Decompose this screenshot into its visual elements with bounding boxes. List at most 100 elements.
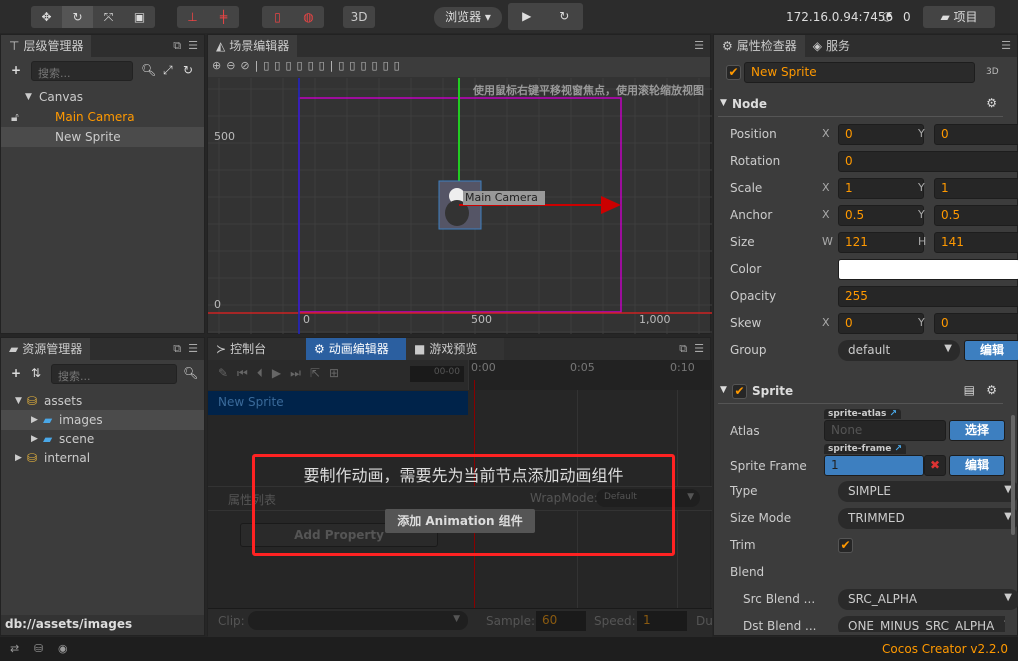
- scene-viewport[interactable]: [208, 78, 712, 334]
- rotation-row: Rotation 0: [730, 151, 1018, 173]
- tab-game-preview[interactable]: ■ 游戏预览: [406, 338, 504, 360]
- select-atlas-button[interactable]: 选择: [949, 420, 1005, 441]
- asset-item-images[interactable]: ▶ ▰ images: [1, 410, 204, 430]
- node-name-input[interactable]: New Sprite: [744, 62, 975, 83]
- anchor-y-input[interactable]: 0.5: [934, 205, 1018, 226]
- inspector-panel: ⚙ 属性检查器 ◈ 服务 ☰ ✔ New Sprite 3D ▼ Node ⚙ Posi…: [713, 34, 1018, 636]
- tab-assets[interactable]: ▰ 资源管理器: [1, 338, 91, 360]
- rect-icon[interactable]: ▣: [124, 6, 155, 28]
- 3d-toggle[interactable]: 3D: [343, 6, 375, 28]
- clip-select[interactable]: ▼: [248, 611, 468, 630]
- size-w-input[interactable]: 121: [838, 232, 924, 253]
- tab-inspector[interactable]: ⚙ 属性检查器: [714, 35, 805, 57]
- play-icon[interactable]: ▶: [508, 3, 546, 30]
- wifi-icon: ◔: [882, 9, 893, 23]
- clear-icon[interactable]: ✖: [924, 455, 946, 476]
- tree-item-new-sprite[interactable]: New Sprite: [1, 127, 204, 147]
- panel-menu-icon[interactable]: ⧉ ☰: [173, 39, 198, 53]
- sprite-frame-tag[interactable]: sprite-frame ↗: [824, 444, 907, 454]
- tab-hierarchy[interactable]: ⊤ 层级管理器: [1, 35, 92, 57]
- node-section-header[interactable]: ▼ Node ⚙: [718, 93, 1003, 117]
- add-animation-component-button[interactable]: 添加 Animation 组件: [385, 509, 535, 533]
- axis-label: Y: [918, 208, 925, 221]
- global-icon[interactable]: ◍: [293, 6, 324, 28]
- add-icon[interactable]: +: [11, 63, 21, 77]
- asset-item-assets[interactable]: ▼ ⛁ assets: [1, 391, 204, 411]
- center-icon[interactable]: ╪: [208, 6, 239, 28]
- local-icon[interactable]: ▯: [262, 6, 293, 28]
- search-icon[interactable]: 🔍︎: [141, 63, 156, 77]
- gear-icon[interactable]: ⚙: [986, 96, 997, 110]
- ip-address[interactable]: 172.16.0.94:7456: [786, 10, 893, 24]
- tab-animation-editor[interactable]: ⚙ 动画编辑器: [306, 338, 406, 360]
- position-y-input[interactable]: 0: [934, 124, 1018, 145]
- refresh-icon[interactable]: ↻: [183, 63, 193, 77]
- skew-y-input[interactable]: 0: [934, 313, 1018, 334]
- node-active-checkbox[interactable]: ✔: [726, 65, 741, 80]
- speed-input[interactable]: 1: [637, 611, 687, 631]
- type-label: Type: [730, 484, 758, 498]
- tab-service[interactable]: ◈ 服务: [805, 35, 858, 57]
- rotation-input[interactable]: 0: [838, 151, 1018, 172]
- scale-x-input[interactable]: 1: [838, 178, 924, 199]
- lock-icon[interactable]: 🔓︎: [11, 107, 19, 127]
- expand-icon[interactable]: ⤢: [163, 63, 173, 78]
- edit-group-button[interactable]: 编辑: [964, 340, 1018, 361]
- hierarchy-search-input[interactable]: 搜索...: [31, 61, 133, 81]
- eye-icon[interactable]: ◉: [58, 642, 68, 655]
- tab-scene[interactable]: ◭ 场景编辑器: [208, 35, 298, 57]
- size_mode-select[interactable]: TRIMMED ▼: [838, 508, 1018, 529]
- pivot-icon[interactable]: ⊥: [177, 6, 208, 28]
- panel-menu-icon[interactable]: ⧉ ☰: [173, 342, 198, 356]
- scrollbar[interactable]: [1011, 415, 1015, 535]
- type-select[interactable]: SIMPLE ▼: [838, 481, 1018, 502]
- gear-icon[interactable]: ⚙: [986, 383, 997, 397]
- rotate-icon[interactable]: ↻: [62, 6, 93, 28]
- asset-item-internal[interactable]: ▶ ⛁ internal: [1, 448, 204, 468]
- assets-search-input[interactable]: 搜索...: [51, 364, 177, 384]
- panel-menu-icon[interactable]: ⧉ ☰: [679, 342, 704, 356]
- group-select[interactable]: default ▼: [838, 340, 960, 361]
- move-icon[interactable]: ✥: [31, 6, 62, 28]
- panel-menu-icon[interactable]: ☰: [694, 39, 704, 52]
- scale-y-input[interactable]: 1: [934, 178, 1018, 199]
- sort-icon[interactable]: ⇅: [31, 366, 41, 380]
- add-icon[interactable]: +: [11, 366, 21, 380]
- align-toolbar[interactable]: ⊕⊖⊘|▯▯▯▯▯▯|▯▯▯▯▯▯: [208, 57, 710, 77]
- sample-input[interactable]: 60: [536, 611, 586, 631]
- position-x-input[interactable]: 0: [838, 124, 924, 145]
- expand-arrow-icon: ▶: [31, 434, 38, 444]
- panel-menu-icon[interactable]: ☰: [1001, 39, 1011, 52]
- database-icon[interactable]: ⛁: [34, 642, 43, 655]
- time-field[interactable]: 00-00: [410, 366, 464, 382]
- edit-sprite-frame-button[interactable]: 编辑: [949, 455, 1005, 476]
- sprite-enabled-checkbox[interactable]: ✔: [732, 384, 747, 399]
- sprite-frame-label: Sprite Frame: [730, 459, 807, 473]
- tab-console[interactable]: ≻ 控制台: [208, 338, 306, 360]
- color-swatch[interactable]: [838, 259, 1018, 280]
- sprite-section-header[interactable]: ▼ ✔ Sprite ▤ ⚙: [718, 380, 1003, 404]
- camera-label: Main Camera: [465, 191, 538, 204]
- preview-target-select[interactable]: 浏览器 ▾: [434, 7, 502, 28]
- atlas-tag[interactable]: sprite-atlas ↗: [824, 409, 902, 419]
- asset-item-scene[interactable]: ▶ ▰ scene: [1, 429, 204, 449]
- project-button[interactable]: ▰ 项目: [923, 6, 995, 28]
- dst-select[interactable]: ONE_MINUS_SRC_ALPHA▼: [838, 616, 1005, 632]
- tree-item-main-camera[interactable]: 🔓︎ Main Camera: [1, 107, 204, 127]
- node-row[interactable]: New Sprite: [208, 391, 468, 415]
- tree-item-canvas[interactable]: ▼ Canvas: [1, 87, 204, 107]
- size-h-input[interactable]: 141: [934, 232, 1018, 253]
- sprite-frame-field[interactable]: 1: [824, 455, 924, 476]
- src-select[interactable]: SRC_ALPHA ▼: [838, 589, 1018, 610]
- trim-checkbox[interactable]: ✔: [838, 538, 853, 553]
- search-icon[interactable]: 🔍︎: [183, 366, 198, 380]
- book-icon[interactable]: ▤: [964, 383, 975, 397]
- anchor-x-input[interactable]: 0.5: [838, 205, 924, 226]
- refresh-icon[interactable]: ↻: [546, 3, 584, 30]
- atlas-field[interactable]: None: [824, 420, 946, 441]
- swap-icon[interactable]: ⇄: [10, 642, 19, 655]
- scale-icon[interactable]: ⤧: [93, 6, 124, 28]
- camera-icon: ■: [414, 342, 426, 356]
- skew-x-input[interactable]: 0: [838, 313, 924, 334]
- opacity-input[interactable]: 255: [838, 286, 1018, 307]
